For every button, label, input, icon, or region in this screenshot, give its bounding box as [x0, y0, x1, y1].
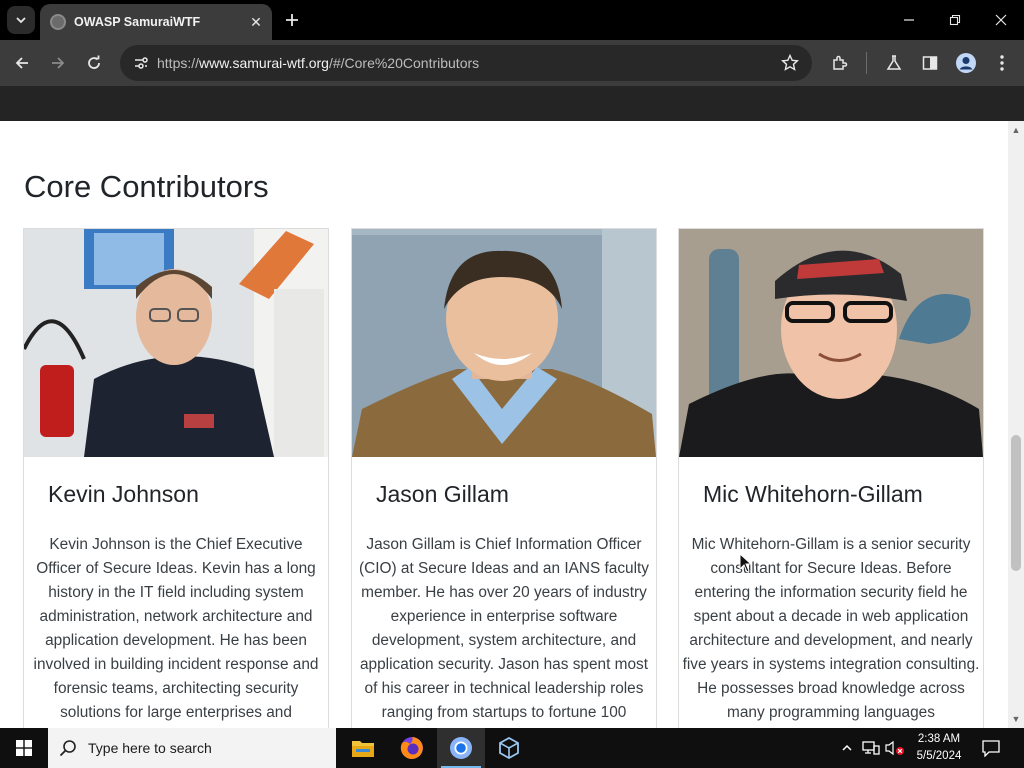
clock-date: 5/5/2024 — [916, 750, 962, 762]
site-favicon-icon — [50, 14, 66, 30]
forward-button[interactable] — [43, 48, 73, 78]
page-scrollbar[interactable]: ▲ ▼ — [1008, 121, 1024, 728]
notification-icon — [982, 740, 1000, 757]
search-icon — [48, 739, 88, 757]
toolbar-divider — [866, 52, 867, 74]
firefox-icon — [400, 737, 423, 759]
network-icon[interactable] — [861, 738, 881, 758]
reload-button[interactable] — [79, 48, 109, 78]
chevron-up-icon — [842, 744, 852, 751]
scroll-up-arrow-icon[interactable]: ▲ — [1008, 123, 1024, 137]
new-tab-button[interactable] — [280, 8, 304, 32]
star-icon — [781, 54, 799, 71]
restore-icon — [949, 14, 961, 26]
tab-title: OWASP SamuraiWTF — [74, 15, 201, 29]
close-icon[interactable]: ✕ — [246, 12, 266, 32]
folder-icon — [352, 741, 374, 757]
clock-time: 2:38 AM — [917, 733, 961, 745]
side-panel-icon — [922, 56, 938, 70]
taskbar-virtualbox[interactable] — [485, 728, 533, 768]
reload-icon — [88, 55, 100, 69]
contributor-photo — [679, 229, 983, 457]
contributor-name: Jason Gillam — [376, 481, 509, 507]
url-path: /#/Core%20Contributors — [328, 55, 480, 71]
chevron-down-icon — [16, 17, 26, 24]
browser-menu-button[interactable] — [989, 50, 1015, 76]
contributor-bio: Kevin Johnson is the Chief Executive Off… — [33, 536, 319, 721]
puzzle-icon — [833, 55, 848, 70]
close-icon — [995, 14, 1007, 26]
url-host: www.samurai-wtf.org — [199, 55, 329, 71]
taskbar-file-explorer[interactable] — [339, 728, 387, 768]
chrome-icon — [450, 737, 472, 759]
url-scheme: https:// — [157, 55, 200, 71]
taskbar-search-box[interactable]: Type here to search — [48, 728, 336, 768]
url-text: https://www.samurai-wtf.org/#/Core%20Con… — [157, 45, 479, 81]
back-button[interactable] — [7, 48, 37, 78]
plus-icon — [286, 14, 298, 26]
profile-icon — [956, 53, 976, 73]
minimize-button[interactable] — [886, 0, 932, 40]
taskbar-clock[interactable]: 2:38 AM 5/5/2024 — [908, 731, 970, 765]
browser-tab-active[interactable]: OWASP SamuraiWTF ✕ — [40, 4, 272, 40]
arrow-right-icon — [52, 57, 65, 69]
windows-taskbar: Type here to search 2:38 AM 5/5/2024 — [0, 728, 1024, 768]
taskbar-firefox[interactable] — [388, 728, 436, 768]
flask-icon — [886, 55, 902, 70]
notification-center-button[interactable] — [978, 736, 1004, 760]
show-hidden-icons-button[interactable] — [837, 738, 857, 758]
start-button[interactable] — [0, 728, 48, 768]
extensions-button[interactable] — [827, 50, 853, 76]
close-window-button[interactable] — [978, 0, 1024, 40]
tab-search-button[interactable] — [7, 6, 35, 34]
contributor-bio: Jason Gillam is Chief Information Office… — [359, 536, 649, 721]
scrollbar-thumb[interactable] — [1011, 435, 1021, 571]
mouse-cursor-icon — [739, 553, 753, 573]
cube-icon — [499, 737, 519, 759]
restore-button[interactable] — [932, 0, 978, 40]
side-panel-button[interactable] — [917, 50, 943, 76]
arrow-left-icon — [15, 57, 28, 69]
taskbar-chrome[interactable] — [437, 728, 485, 768]
section-title: Core Contributors — [24, 169, 269, 204]
browser-toolbar: https://www.samurai-wtf.org/#/Core%20Con… — [0, 40, 1024, 86]
contributor-name: Kevin Johnson — [48, 481, 199, 507]
contributor-card: Mic Whitehorn-Gillam Mic Whitehorn-Gilla… — [678, 228, 984, 728]
site-info-button[interactable] — [128, 50, 154, 76]
labs-button[interactable] — [881, 50, 907, 76]
bookmark-button[interactable] — [778, 51, 802, 75]
contributor-photo — [352, 229, 656, 457]
browser-tab-strip: OWASP SamuraiWTF ✕ — [0, 0, 1024, 40]
address-bar[interactable]: https://www.samurai-wtf.org/#/Core%20Con… — [120, 45, 812, 81]
windows-logo-icon — [16, 740, 32, 756]
kebab-menu-icon — [1000, 55, 1004, 71]
tune-icon — [135, 57, 148, 69]
contributor-bio: Mic Whitehorn-Gillam is a senior securit… — [682, 536, 980, 721]
minimize-icon — [904, 19, 914, 21]
contributor-card: Kevin Johnson Kevin Johnson is the Chief… — [23, 228, 329, 728]
contributor-photo — [24, 229, 328, 457]
page-viewport: Core Contributors Kevin Johnson Kevin Jo… — [0, 121, 1008, 728]
volume-muted-icon[interactable] — [885, 738, 905, 758]
scroll-down-arrow-icon[interactable]: ▼ — [1008, 712, 1024, 726]
search-placeholder: Type here to search — [88, 740, 212, 756]
contributor-card: Jason Gillam Jason Gillam is Chief Infor… — [351, 228, 657, 728]
site-header-bar — [0, 86, 1024, 121]
contributor-name: Mic Whitehorn-Gillam — [703, 481, 923, 507]
profile-button[interactable] — [953, 50, 979, 76]
